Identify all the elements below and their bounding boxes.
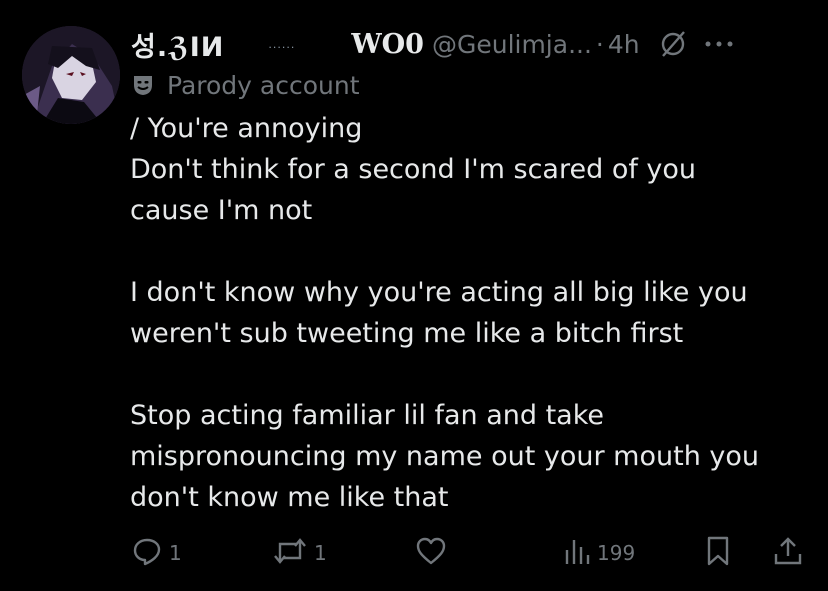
bookmark-button[interactable]	[704, 532, 732, 574]
retweet-button[interactable]: 1	[272, 532, 327, 574]
avatar-image	[22, 26, 120, 124]
retweet-count: 1	[314, 541, 327, 565]
like-button[interactable]	[415, 532, 453, 574]
timestamp[interactable]: 4h	[608, 30, 640, 59]
views-count: 199	[597, 541, 636, 565]
name-suffix[interactable]: WO0	[351, 29, 424, 60]
reply-icon	[131, 535, 163, 572]
more-icon[interactable]	[704, 39, 734, 49]
parody-label: Parody account	[131, 68, 360, 102]
views-icon	[563, 536, 591, 571]
views-button[interactable]: 199	[563, 532, 635, 574]
bookmark-icon	[704, 535, 732, 572]
separator-dot: ·	[595, 29, 604, 59]
parody-text: Parody account	[167, 70, 360, 100]
tweet-text: / You're annoying Don't think for a seco…	[130, 113, 760, 513]
reply-button[interactable]: 1	[131, 532, 182, 574]
retweet-icon	[272, 535, 308, 572]
share-button[interactable]	[772, 532, 804, 574]
heart-icon	[415, 536, 447, 571]
display-name[interactable]: 성.ℨIИ	[131, 25, 224, 64]
tweet-header: 성.ℨIИ ...... WO0 @Geulimja... · 4h	[131, 25, 814, 64]
user-handle[interactable]: @Geulimja...	[432, 30, 592, 59]
parody-mask-icon	[131, 73, 155, 97]
grok-icon[interactable]	[658, 29, 688, 59]
avatar[interactable]	[22, 26, 120, 124]
share-icon	[772, 535, 804, 572]
name-dots: ......	[268, 37, 296, 51]
reply-count: 1	[169, 541, 182, 565]
